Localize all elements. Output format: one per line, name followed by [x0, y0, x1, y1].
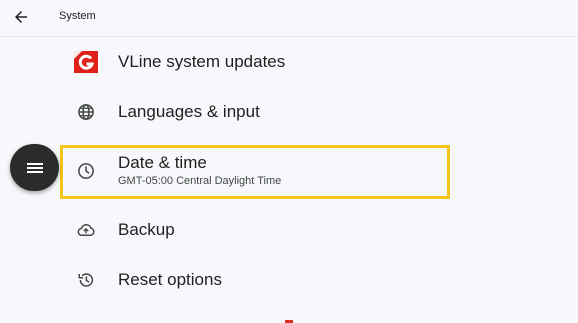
arrow-left-icon[interactable]: [10, 6, 32, 28]
settings-item-title: Date & time: [118, 153, 207, 172]
settings-item-title: Backup: [118, 220, 175, 239]
settings-item-title: VLine system updates: [118, 52, 286, 71]
history-icon: [74, 268, 98, 292]
settings-item-vline-updates[interactable]: VLine system updates: [60, 50, 450, 74]
settings-item-date-time[interactable]: Date & time GMT-05:00 Central Daylight T…: [60, 153, 450, 189]
cloud-upload-icon: [74, 218, 98, 242]
globe-icon: [74, 100, 98, 124]
settings-item-summary: GMT-05:00 Central Daylight Time: [118, 175, 282, 187]
menu-icon: [26, 162, 43, 173]
top-app-bar: System: [0, 0, 578, 37]
vline-logo-icon: [74, 50, 98, 74]
menu-fab[interactable]: [10, 144, 59, 191]
page-title: System: [59, 10, 96, 22]
settings-page: System VLine system updates Languages & …: [0, 0, 578, 323]
settings-item-reset[interactable]: Reset options: [60, 268, 450, 292]
settings-item-backup[interactable]: Backup: [60, 218, 450, 242]
settings-item-title: Languages & input: [118, 102, 260, 121]
settings-item-languages[interactable]: Languages & input: [60, 100, 450, 124]
settings-item-title: Reset options: [118, 270, 222, 289]
clock-icon: [74, 159, 98, 183]
